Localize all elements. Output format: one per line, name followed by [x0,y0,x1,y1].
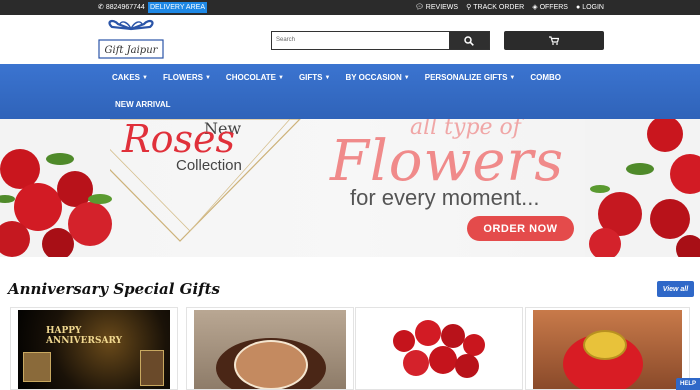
reviews-link[interactable]: 💬︎ REVIEWS [414,3,459,12]
search-button[interactable] [449,32,489,49]
banner-every-moment-text: for every moment... [350,185,540,210]
nav-label: GIFTS [298,73,323,82]
cart-icon [549,36,559,45]
hero-banner[interactable]: New Roses Collection all type of Flowers… [0,119,700,257]
nav-label: BY OCCASION [345,73,402,82]
map-pin-icon: ⚲ [466,4,472,11]
nav-item-by-occasion[interactable]: BY OCCASION ▼ [345,73,409,82]
roses-right-image [585,119,700,257]
nav-label: COMBO [530,73,562,82]
product-carousel: HAPPY ANNIVERSARY [10,307,690,390]
nav-item-new-arrival[interactable]: NEW ARRIVAL [115,100,171,109]
view-all-button[interactable]: View all [657,281,694,297]
chevron-down-icon: ▼ [142,74,148,81]
search-icon [464,35,474,46]
search-input[interactable]: Search [276,37,295,43]
product-image-anniversary-frame: HAPPY ANNIVERSARY [18,310,170,389]
offers-label: OFFERS [539,3,568,11]
search-box[interactable]: Search [271,31,490,50]
product-card[interactable] [355,307,523,390]
nav-label: FLOWERS [162,73,203,82]
top-bar: ✆ 8824967744 DELIVERY AREA 💬︎ REVIEWS ⚲ … [0,0,700,15]
nav-item-gifts[interactable]: GIFTS ▼ [299,73,331,82]
section-title: Anniversary Special Gifts [8,280,220,298]
nav-label: CHOCOLATE [225,73,276,82]
product-image-red-roses [363,310,515,389]
card-anniversary-text: HAPPY ANNIVERSARY [46,326,123,346]
user-icon: ● [575,3,581,11]
chevron-down-icon: ▼ [509,74,516,81]
offers-link[interactable]: ◈ OFFERS [532,3,568,12]
chevron-down-icon: ▼ [403,74,410,81]
product-image-gift-hamper [533,310,682,389]
chevron-down-icon: ▼ [204,74,211,81]
banner-roses-text: Roses [122,119,235,161]
nav-label: PERSONALIZE GIFTS [424,73,508,82]
main-nav: CAKES ▼ FLOWERS ▼ CHOCOLATE ▼ GIFTS ▼ BY OCC… [0,64,700,119]
logo-text: Gift Jaipur [105,45,159,56]
site-logo[interactable]: Gift Jaipur [98,18,164,60]
top-links: 💬︎ REVIEWS ⚲ TRACK ORDER ◈ OFFERS ● LOGI… [414,3,604,12]
nav-item-cakes[interactable]: CAKES ▼ [112,73,148,82]
login-label: LOGIN [582,3,604,11]
reviews-label: REVIEWS [425,3,459,11]
track-order-link[interactable]: ⚲ TRACK ORDER [466,3,525,12]
phone-icon: ✆ [98,4,104,11]
nav-item-flowers[interactable]: FLOWERS ▼ [163,73,211,82]
nav-item-combo[interactable]: COMBO [530,73,561,82]
login-link[interactable]: ● LOGIN [576,3,604,11]
comment-icon: 💬︎ [414,4,424,11]
chevron-down-icon: ▼ [278,74,284,81]
track-order-label: TRACK ORDER [473,3,525,11]
help-button[interactable]: HELP [676,378,700,390]
banner-collection-text: Collection [176,157,242,174]
product-card[interactable] [186,307,354,390]
site-header: Gift Jaipur Search [0,15,700,64]
nav-label: CAKES [112,73,141,82]
nav-item-personalize-gifts[interactable]: PERSONALIZE GIFTS ▼ [425,73,516,82]
order-now-button[interactable]: ORDER NOW [467,216,574,241]
roses-left-image [0,119,112,257]
gift-box-logo-icon: Gift Jaipur [98,19,164,59]
nav-item-chocolate[interactable]: CHOCOLATE ▼ [226,73,284,82]
cart-button[interactable] [504,31,604,50]
chevron-down-icon: ▼ [324,74,331,81]
product-image-photo-cake [194,310,346,389]
product-card[interactable] [525,307,690,390]
product-card[interactable]: HAPPY ANNIVERSARY [10,307,178,390]
phone-number: 8824967744 [105,3,145,11]
delivery-area-link[interactable]: DELIVERY AREA [148,2,207,13]
tag-icon: ◈ [532,4,538,11]
phone-contact[interactable]: ✆ 8824967744 [98,3,145,12]
